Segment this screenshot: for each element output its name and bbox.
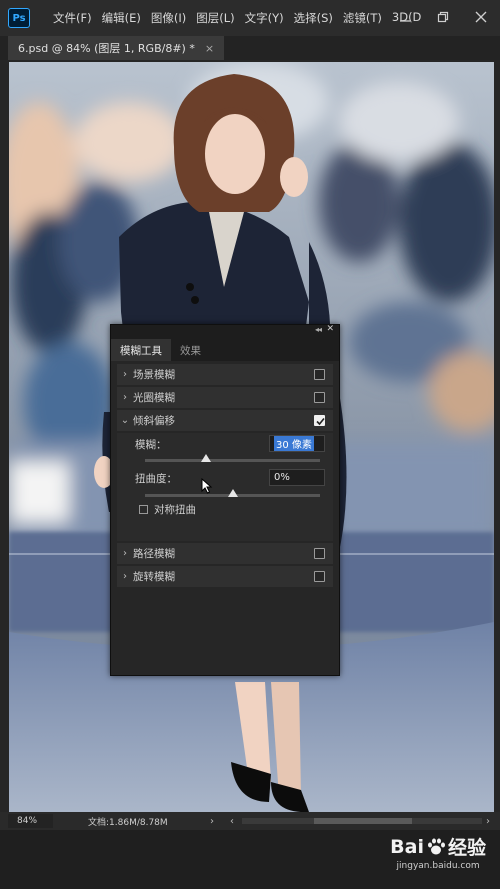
distortion-input[interactable]: 0% [269, 469, 325, 486]
scroll-right-arrow-icon[interactable]: › [486, 816, 490, 827]
menu-items: 文件(F) 编辑(E) 图像(I) 图层(L) 文字(Y) 选择(S) 滤镜(T… [48, 10, 426, 26]
tab-blur-tools[interactable]: 模糊工具 [111, 339, 171, 361]
baidu-jingyan-watermark: Bai 经验 jingyan.baidu.com [390, 833, 486, 872]
menu-file[interactable]: 文件(F) [48, 10, 97, 26]
close-icon[interactable] [472, 8, 490, 26]
status-bar: 84% 文档:1.86M/8.78M › ‹ › [0, 812, 500, 830]
spin-blur-checkbox[interactable] [314, 571, 325, 582]
section-iris-blur-title: 光圈模糊 [133, 392, 175, 404]
distortion-slider[interactable] [145, 489, 320, 497]
tilt-shift-options: 模糊： 30 像素 扭曲度： 0% 对称扭曲 [117, 433, 333, 543]
panel-body: › 场景模糊 › 光圈模糊 ⌄ 倾斜偏移 模糊： 30 像素 扭曲度： 0% 对… [111, 361, 339, 589]
blur-amount-label: 模糊： [135, 439, 167, 451]
status-expand-arrow-icon[interactable]: › [210, 816, 214, 827]
panel-close-icon[interactable]: ✕ [326, 324, 334, 334]
tab-close-icon[interactable]: × [205, 42, 214, 55]
restore-icon[interactable] [434, 8, 452, 26]
panel-tabs: 模糊工具 效果 [111, 337, 339, 361]
mouse-cursor-icon [201, 478, 213, 494]
horizontal-scrollbar[interactable] [242, 818, 482, 824]
section-field-blur[interactable]: › 场景模糊 [117, 364, 333, 387]
blur-amount-value: 30 像素 [274, 436, 314, 451]
watermark-brand-right: 经验 [447, 837, 486, 859]
scroll-left-arrow-icon[interactable]: ‹ [230, 816, 234, 827]
menu-layer[interactable]: 图层(L) [191, 10, 239, 26]
window-controls [396, 8, 490, 26]
path-blur-checkbox[interactable] [314, 548, 325, 559]
menu-image[interactable]: 图像(I) [146, 10, 191, 26]
minimize-icon[interactable] [396, 8, 414, 26]
distortion-value: 0% [274, 472, 290, 483]
section-path-blur-title: 路径模糊 [133, 548, 175, 560]
section-spin-blur-title: 旋转模糊 [133, 571, 175, 583]
photoshop-logo: Ps [8, 8, 30, 28]
menu-bar: Ps 文件(F) 编辑(E) 图像(I) 图层(L) 文字(Y) 选择(S) 滤… [0, 0, 500, 36]
watermark-brand-left: Bai [390, 835, 424, 858]
tilt-shift-checkbox[interactable] [314, 415, 325, 426]
iris-blur-checkbox[interactable] [314, 392, 325, 403]
document-tab[interactable]: 6.psd @ 84% (图层 1, RGB/8#) * × [8, 36, 225, 60]
document-tab-label: 6.psd @ 84% (图层 1, RGB/8#) * [18, 42, 195, 55]
section-tilt-shift-title: 倾斜偏移 [133, 415, 175, 427]
menu-filter[interactable]: 滤镜(T) [338, 10, 387, 26]
chevron-right-icon[interactable]: › [117, 571, 133, 582]
chevron-right-icon[interactable]: › [117, 392, 133, 403]
chevron-right-icon[interactable]: › [117, 369, 133, 380]
document-info[interactable]: 文档:1.86M/8.78M [88, 815, 168, 828]
scrollbar-thumb[interactable] [314, 818, 412, 824]
blur-amount-input[interactable]: 30 像素 [269, 435, 325, 452]
section-tilt-shift[interactable]: ⌄ 倾斜偏移 [117, 410, 333, 433]
document-tab-bar: 6.psd @ 84% (图层 1, RGB/8#) * × [0, 36, 500, 60]
section-path-blur[interactable]: › 路径模糊 [117, 543, 333, 566]
zoom-level[interactable]: 84% [8, 814, 53, 828]
symmetric-distortion-checkbox[interactable] [139, 505, 148, 514]
chevron-right-icon[interactable]: › [117, 548, 133, 559]
menu-type[interactable]: 文字(Y) [240, 10, 289, 26]
section-spin-blur[interactable]: › 旋转模糊 [117, 566, 333, 589]
blur-amount-slider[interactable] [145, 454, 320, 462]
distortion-label: 扭曲度： [135, 473, 177, 485]
panel-header: ◂◂ ✕ [111, 324, 339, 337]
symmetric-distortion-label: 对称扭曲 [154, 504, 196, 516]
section-field-blur-title: 场景模糊 [133, 369, 175, 381]
watermark-url: jingyan.baidu.com [396, 861, 480, 871]
baidu-paw-icon [427, 838, 445, 854]
tab-effects[interactable]: 效果 [171, 339, 210, 361]
menu-edit[interactable]: 编辑(E) [97, 10, 146, 26]
section-iris-blur[interactable]: › 光圈模糊 [117, 387, 333, 410]
menu-select[interactable]: 选择(S) [289, 10, 338, 26]
collapse-panel-icon[interactable]: ◂◂ [315, 325, 322, 334]
chevron-down-icon[interactable]: ⌄ [117, 415, 133, 426]
field-blur-checkbox[interactable] [314, 369, 325, 380]
blur-amount-slider-thumb[interactable] [201, 454, 212, 462]
blur-tools-panel: ◂◂ ✕ 模糊工具 效果 › 场景模糊 › 光圈模糊 ⌄ 倾斜偏移 模糊： 30… [110, 324, 340, 676]
distortion-slider-thumb[interactable] [227, 489, 238, 497]
